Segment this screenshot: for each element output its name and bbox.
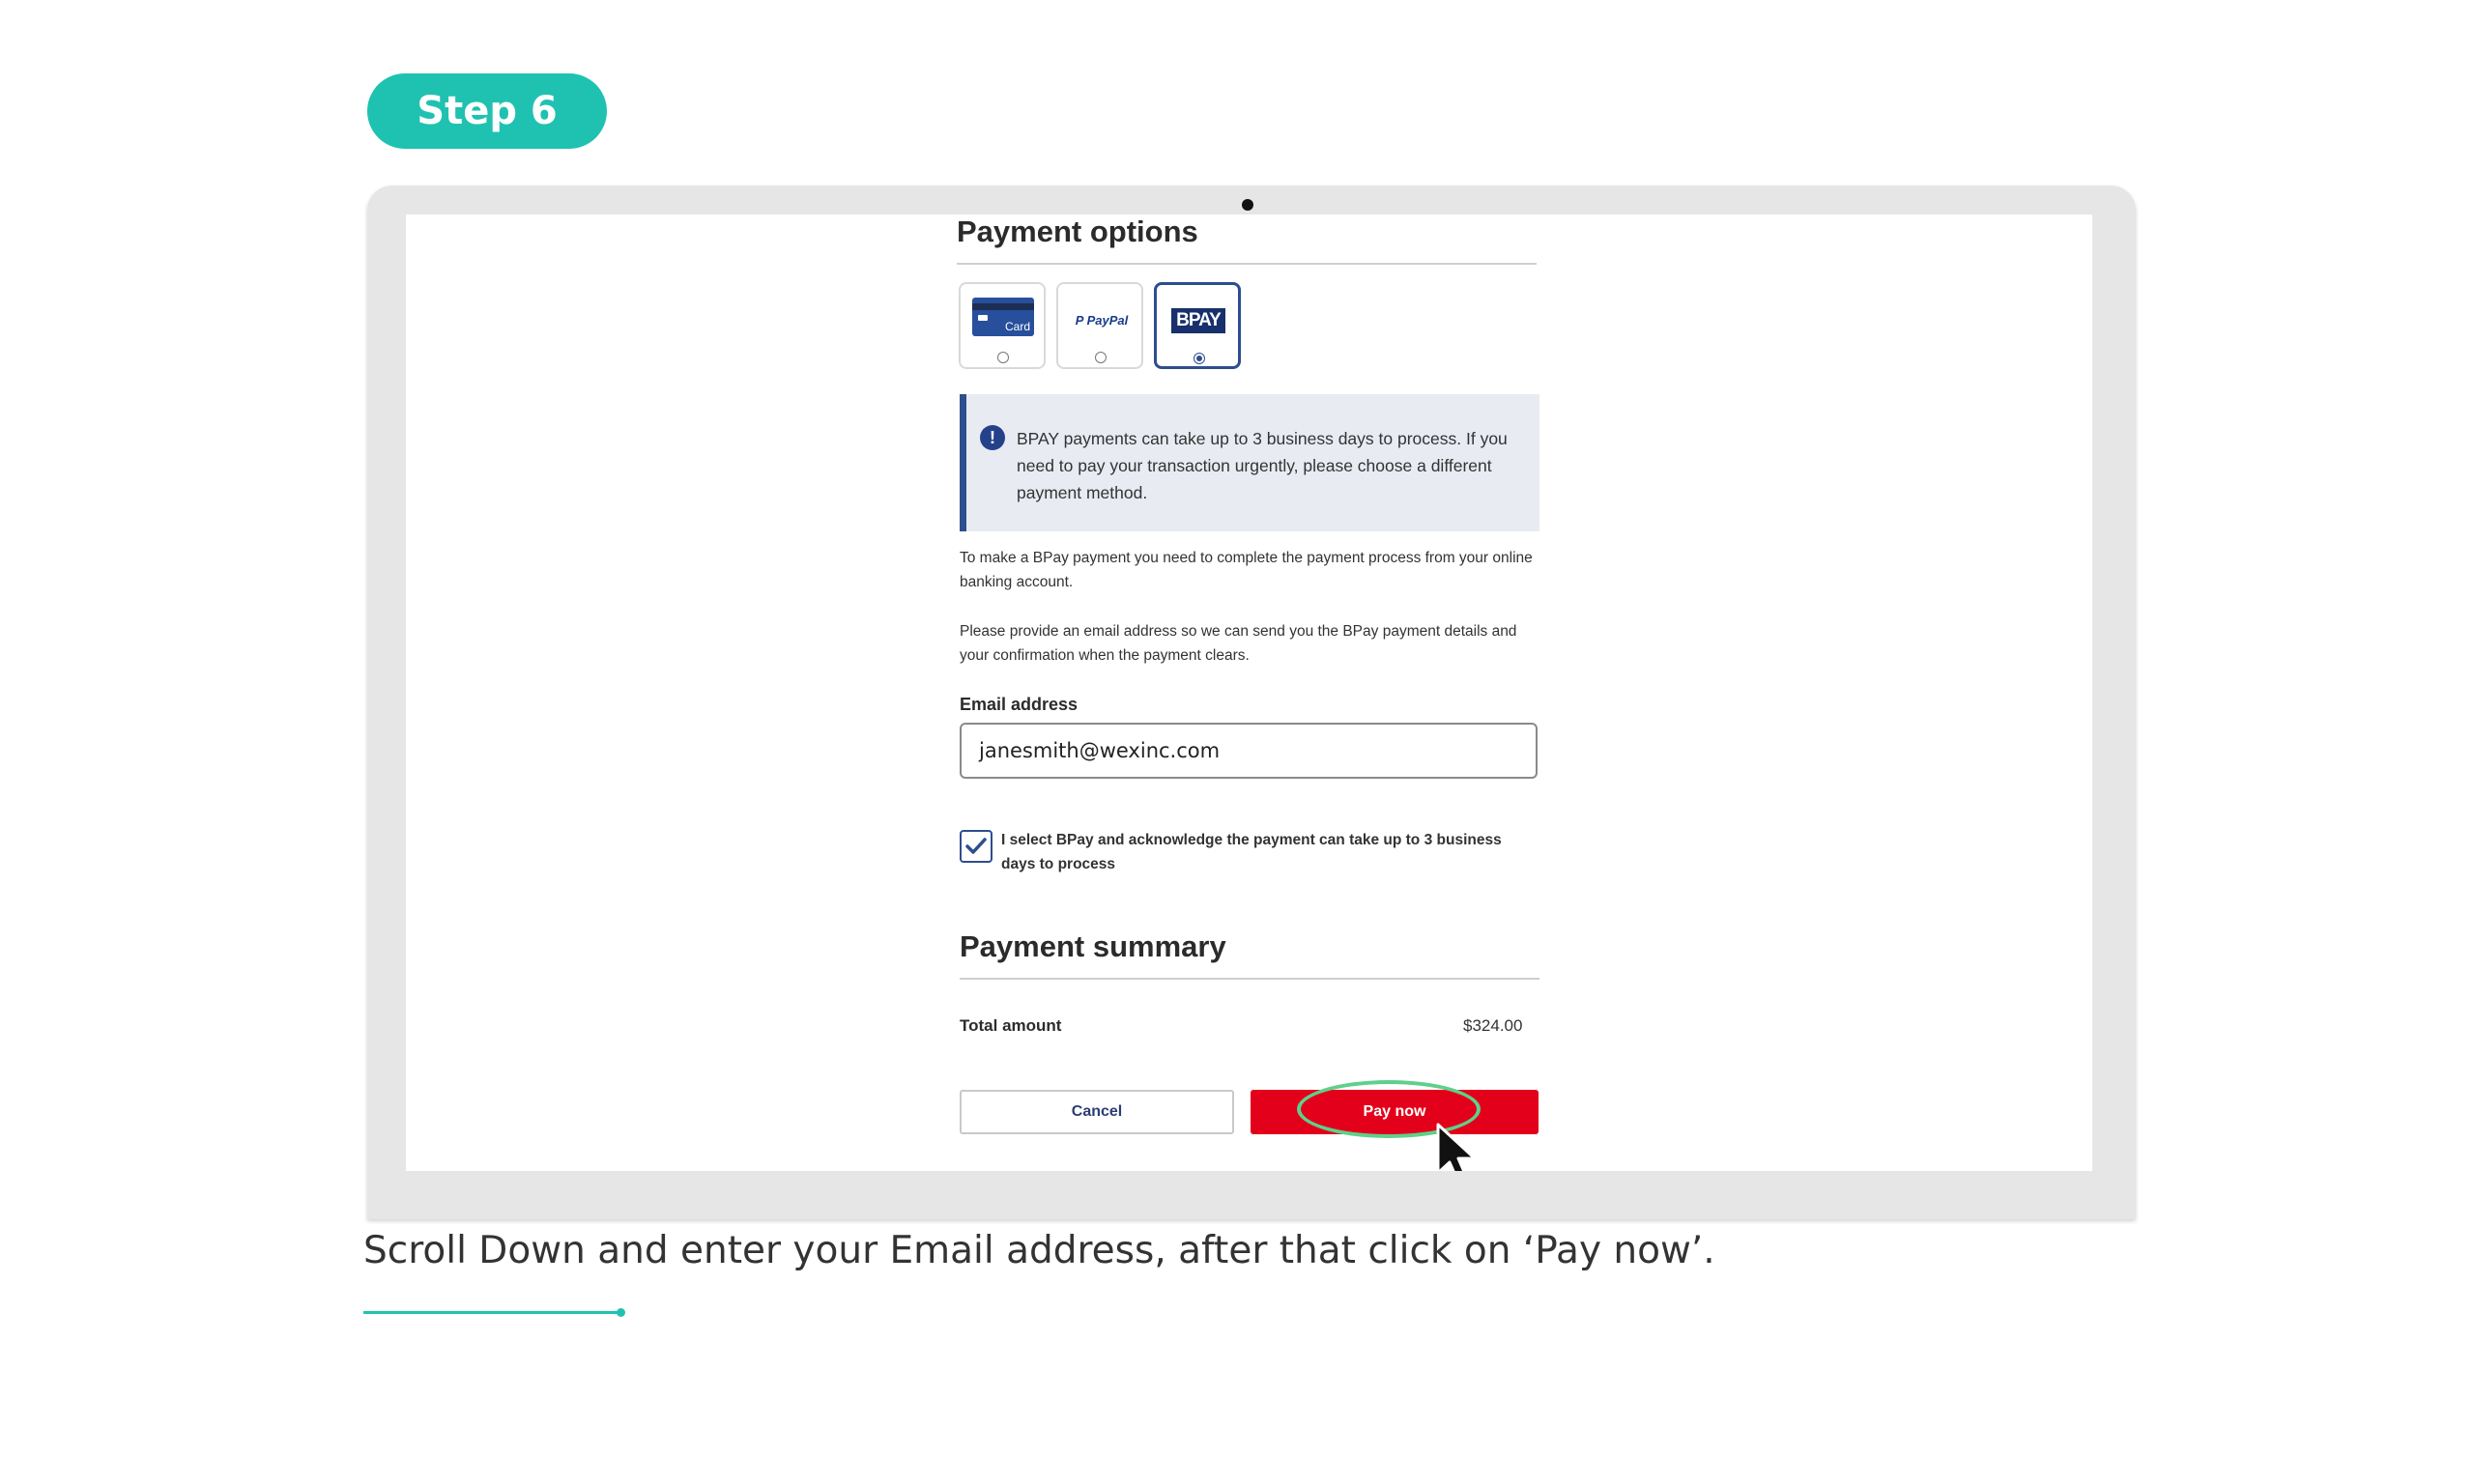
acknowledge-checkbox[interactable] (960, 830, 992, 863)
payment-option-bpay[interactable]: BPAY (1154, 282, 1241, 369)
paypal-logo-icon: P PayPal (1075, 313, 1129, 328)
step-caption: Scroll Down and enter your Email address… (363, 1229, 1715, 1272)
total-amount-value: $324.00 (1463, 1016, 1523, 1035)
payment-option-card[interactable]: Card (959, 282, 1046, 369)
radio-paypal[interactable] (1095, 352, 1107, 363)
radio-card[interactable] (997, 352, 1009, 363)
payment-options-title: Payment options (957, 214, 1198, 248)
email-field[interactable]: janesmith@wexinc.com (960, 723, 1538, 779)
caption-underline (363, 1311, 620, 1314)
email-label: Email address (960, 695, 1079, 714)
caption-underline-dot (617, 1308, 625, 1317)
divider (960, 978, 1539, 980)
acknowledge-label: I select BPay and acknowledge the paymen… (1001, 832, 1502, 872)
laptop-screen: Payment options Card P PayPal BPAY ! BPA… (406, 214, 2092, 1171)
payment-summary-title: Payment summary (960, 929, 1226, 963)
payment-option-paypal[interactable]: P PayPal (1056, 282, 1143, 369)
cancel-button[interactable]: Cancel (960, 1090, 1234, 1134)
bpay-notice: ! BPAY payments can take up to 3 busines… (960, 394, 1539, 531)
bpay-instructions: To make a BPay payment you need to compl… (960, 550, 1533, 590)
total-amount-label: Total amount (960, 1016, 1062, 1035)
radio-bpay[interactable] (1194, 353, 1205, 364)
credit-card-icon: Card (972, 298, 1034, 336)
notice-text: BPAY payments can take up to 3 business … (1017, 429, 1508, 502)
step-badge: Step 6 (367, 73, 607, 149)
camera-dot (1242, 199, 1253, 211)
pay-now-button[interactable]: Pay now (1251, 1090, 1539, 1134)
mouse-cursor-icon (1436, 1123, 1477, 1171)
bpay-logo-icon: BPAY (1171, 308, 1225, 333)
divider (957, 263, 1537, 265)
exclamation-icon: ! (980, 425, 1005, 450)
email-instructions: Please provide an email address so we ca… (960, 623, 1517, 664)
checkmark-icon (965, 838, 987, 854)
